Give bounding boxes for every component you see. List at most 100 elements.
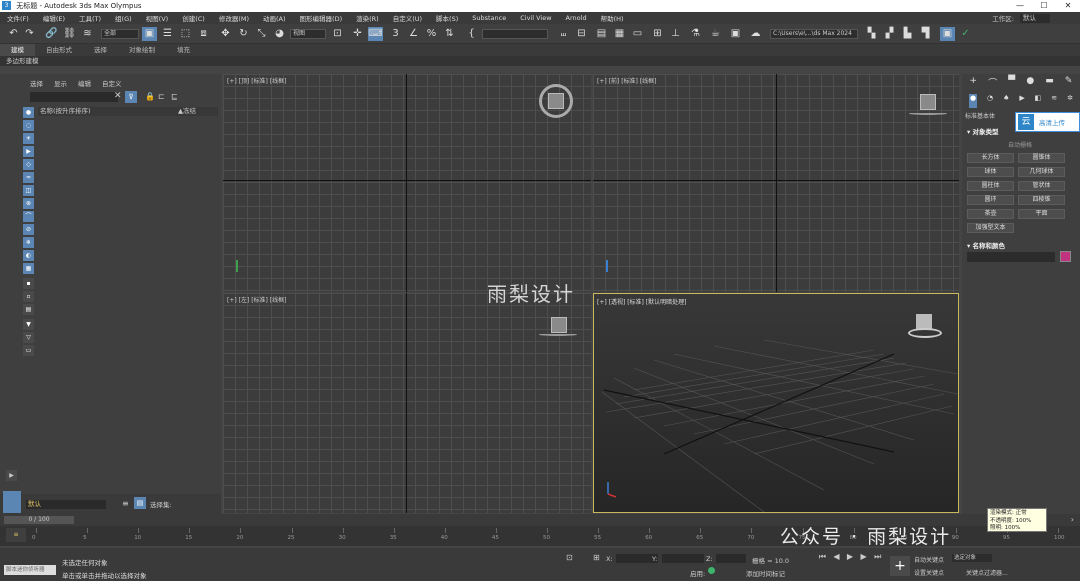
edit-named-selection-icon[interactable]: { (464, 27, 479, 41)
go-to-end-icon[interactable]: ⏭ (874, 552, 881, 562)
display-layer-icon[interactable]: ▤ (23, 304, 34, 315)
display-invert-icon[interactable]: ▫ (23, 291, 34, 302)
angle-snap-icon[interactable]: ∠ (406, 27, 421, 41)
project-folder-icon[interactable]: ▚ (864, 27, 879, 41)
viewport-perspective[interactable]: [+] [透视] [标准] [默认明暗处理] (593, 293, 959, 513)
select-place-icon[interactable]: ◕ (272, 27, 287, 41)
enable-indicator-icon[interactable] (708, 567, 715, 574)
ribbon-tab-populate[interactable]: 填充 (166, 44, 201, 56)
lock-icon[interactable]: 🔒 (145, 92, 155, 101)
menu-tools[interactable]: 工具(T) (72, 13, 108, 23)
isolate-selection-icon[interactable]: ⊡ (566, 553, 573, 562)
ribbon-tab-modeling[interactable]: 建模 (0, 44, 35, 56)
filter-icon[interactable]: ⊽ (125, 91, 137, 103)
ribbon-tab-selection[interactable]: 选择 (83, 44, 118, 56)
render-production-icon[interactable]: ☁ (748, 27, 763, 41)
ribbon-tab-object-paint[interactable]: 对象绘制 (118, 44, 166, 56)
workspace-dropdown[interactable]: 默认 (1020, 13, 1050, 23)
viewcube-ring[interactable] (908, 328, 942, 338)
percent-snap-icon[interactable]: % (424, 27, 439, 41)
keyboard-shortcut-toggle-icon[interactable]: ⌨ (368, 27, 383, 41)
hierarchy-icon[interactable]: ⊏ (158, 92, 165, 101)
display-none-icon[interactable]: ▪ (23, 278, 34, 289)
display-tab-icon[interactable]: ▬ (1045, 76, 1054, 92)
sphere-button[interactable]: 球体 (967, 167, 1014, 177)
project-settings-icon[interactable]: ▞ (882, 27, 897, 41)
minimize-button[interactable]: — (1008, 0, 1032, 12)
funnel-icon[interactable]: ▼ (23, 319, 34, 330)
viewcube-front-icon[interactable] (920, 94, 936, 110)
cone-button[interactable]: 圆锥体 (1018, 153, 1065, 163)
unlink-icon[interactable]: ⛓ (62, 27, 77, 41)
viewport-front-label[interactable]: [+] [前] [标准] [线框] (597, 76, 656, 85)
auto-key-button[interactable]: 自动关键点 (914, 555, 944, 564)
curve-editor-icon[interactable]: ⊞ (650, 27, 665, 41)
shapes-category-icon[interactable]: ◔ (987, 94, 993, 108)
column-name[interactable]: 名称(按升序排序) (40, 107, 91, 115)
viewport-layout-icon[interactable] (3, 491, 21, 513)
redo-icon[interactable]: ↷ (22, 27, 37, 41)
text-plus-button[interactable]: 加强型文本 (967, 223, 1014, 233)
y-coordinate-field[interactable] (662, 554, 704, 563)
time-slider-thumb[interactable]: 0 / 100 (4, 516, 74, 524)
viewport-front[interactable]: [+] [前] [标准] [线框] (593, 74, 959, 292)
column-freeze[interactable]: ▲冻结 (178, 107, 196, 116)
spacewarps-category-icon[interactable]: ≋ (1051, 94, 1057, 108)
rollout-name-color[interactable]: ▾ 名称和颜色 (967, 240, 1005, 250)
menu-animation[interactable]: 动画(A) (256, 13, 293, 23)
viewcube-top-icon[interactable] (548, 93, 564, 109)
menu-arnold[interactable]: Arnold (559, 14, 594, 22)
lights-category-icon[interactable]: ♠ (1003, 94, 1009, 108)
select-scale-icon[interactable]: ⤡ (254, 27, 269, 41)
add-time-tag-button[interactable]: 添加时间标记 (746, 568, 785, 578)
go-to-start-icon[interactable]: ⏮ (819, 552, 826, 562)
menu-civil-view[interactable]: Civil View (513, 14, 558, 22)
ribbon-tab-freeform[interactable]: 自由形式 (35, 44, 83, 56)
filter-spacewarps-icon[interactable]: ≈ (23, 172, 34, 183)
select-rotate-icon[interactable]: ↻ (236, 27, 251, 41)
menu-file[interactable]: 文件(F) (0, 13, 36, 23)
filter-lights-icon[interactable]: ☀ (23, 133, 34, 144)
scene-tab-edit[interactable]: 编辑 (78, 78, 91, 88)
named-selection-dropdown[interactable] (482, 29, 548, 39)
filter-bones-icon[interactable]: ⌒ (23, 211, 34, 222)
scene-tab-customize[interactable]: 自定义 (102, 78, 122, 88)
menu-views[interactable]: 视图(V) (139, 13, 176, 23)
project-browse-icon[interactable]: ▙ (900, 27, 915, 41)
display-box-icon[interactable]: ▭ (23, 345, 34, 356)
next-frame-icon[interactable]: ▶ (860, 552, 866, 562)
toggle-scene-explorer-icon[interactable]: ▤ (594, 27, 609, 41)
schematic-view-icon[interactable]: ⊥ (668, 27, 683, 41)
undo-icon[interactable]: ↶ (6, 27, 21, 41)
plane-button[interactable]: 平面 (1018, 209, 1065, 219)
menu-graph-editors[interactable]: 图形编辑器(D) (293, 13, 350, 23)
funnel-alt-icon[interactable]: ▽ (23, 332, 34, 343)
motion-tab-icon[interactable]: ● (1026, 76, 1034, 92)
rollout-object-type[interactable]: ▾ 对象类型 (967, 126, 999, 136)
selected-dropdown[interactable]: 选定对象 (952, 554, 992, 562)
mirror-icon[interactable]: ⧢ (556, 27, 571, 41)
spinner-snap-icon[interactable]: ⇅ (442, 27, 457, 41)
cloud-upload-button[interactable]: 云 高清上传 (1015, 112, 1080, 132)
pivot-center-icon[interactable]: ⊡ (330, 27, 345, 41)
bind-space-warp-icon[interactable]: ≋ (80, 27, 95, 41)
object-name-field[interactable] (967, 252, 1055, 262)
filter-xrefs-icon[interactable]: ⊗ (23, 198, 34, 209)
geometry-category-icon[interactable]: ● (968, 94, 978, 108)
filter-shapes-icon[interactable]: ◌ (23, 120, 34, 131)
link-icon[interactable]: 🔗 (44, 27, 59, 41)
viewport-left[interactable]: [+] [左] [标准] [线框] (223, 293, 591, 513)
filter-cameras-icon[interactable]: ▶ (23, 146, 34, 157)
geosphere-button[interactable]: 几何球体 (1018, 167, 1065, 177)
viewcube-left-icon[interactable] (551, 317, 567, 333)
filter-hidden-icon[interactable]: ◐ (23, 250, 34, 261)
menu-create[interactable]: 创建(C) (175, 13, 212, 23)
torus-button[interactable]: 圆环 (967, 195, 1014, 205)
layer-explorer-icon[interactable]: ▤ (134, 497, 146, 509)
clear-search-icon[interactable]: ✕ (114, 91, 122, 101)
filter-all-icon[interactable]: ▦ (23, 263, 34, 274)
viewport-left-label[interactable]: [+] [左] [标准] [线框] (227, 295, 286, 304)
tube-button[interactable]: 管状体 (1018, 181, 1065, 191)
utilities-tab-icon[interactable]: ✎ (1065, 76, 1073, 92)
render-setup-icon[interactable]: ☕ (708, 27, 723, 41)
